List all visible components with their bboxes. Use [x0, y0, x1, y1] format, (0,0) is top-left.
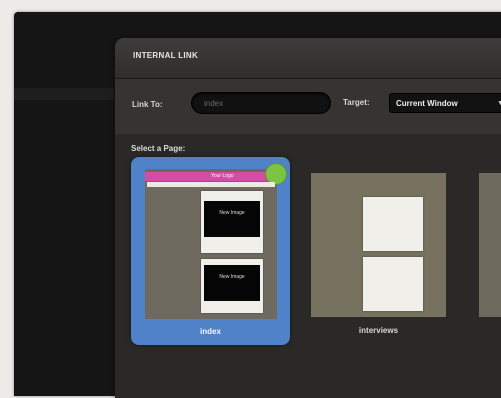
preview-card-bottom: New Image — [201, 259, 263, 313]
chevron-down-icon: ▼ — [497, 100, 501, 107]
dialog-title: INTERNAL LINK — [133, 51, 199, 60]
banner-text: Your Logo — [211, 173, 234, 179]
image-placeholder-text: New Image — [219, 274, 245, 280]
preview-card-bottom — [363, 257, 423, 311]
image-placeholder-text: New Image — [219, 210, 245, 216]
page-thumbnail-interviews[interactable]: interviews — [311, 173, 446, 353]
target-select-value: Current Window — [396, 99, 458, 108]
page-name-label: interviews — [358, 326, 399, 335]
link-to-input[interactable]: index — [191, 92, 331, 114]
dialog-titlebar: INTERNAL LINK — [115, 38, 501, 79]
preview-card-top — [363, 197, 423, 251]
page-thumbnail-partial[interactable] — [479, 173, 501, 317]
target-select[interactable]: Current Window ▼ — [389, 93, 501, 113]
target-label: Target: — [343, 98, 370, 107]
nav-bar — [147, 182, 275, 187]
image-placeholder: New Image — [204, 201, 260, 237]
preview-card-top: New Image — [201, 191, 263, 253]
select-page-label: Select a Page: — [131, 144, 186, 153]
image-placeholder: New Image — [204, 265, 260, 301]
page-thumbnail-index[interactable]: Your Logo New Image New Image index — [131, 157, 290, 345]
sidebar-strip — [14, 88, 114, 100]
page-preview-index: Your Logo New Image New Image — [145, 163, 287, 319]
link-to-label: Link To: — [132, 100, 163, 109]
page-preview-interviews — [311, 173, 446, 317]
banner-bar: Your Logo — [145, 172, 277, 181]
page-name-label: index — [200, 327, 221, 336]
internal-link-dialog: INTERNAL LINK Link To: index Target: Cur… — [115, 38, 501, 398]
